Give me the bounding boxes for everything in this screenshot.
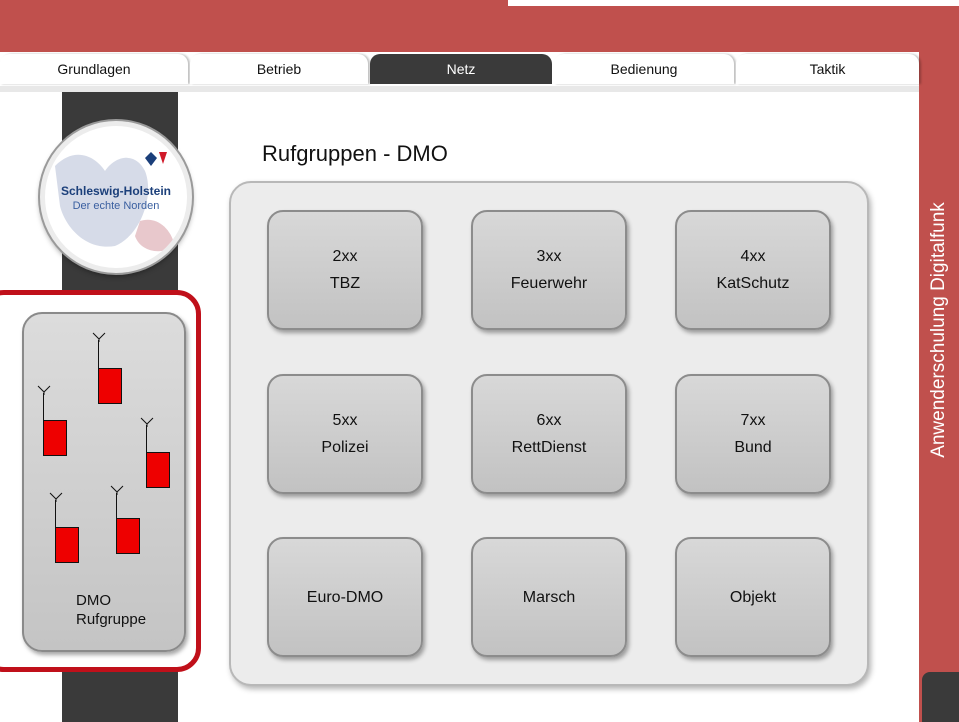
logo-text-slogan: Der echte Norden	[72, 200, 160, 212]
antenna-radio-icon	[92, 332, 124, 406]
antenna-mast	[146, 425, 147, 453]
side-banner-text: Anwenderschulung Digitalfunk	[928, 202, 950, 458]
group-code: 7xx	[740, 412, 766, 429]
antenna-tip-icon	[92, 332, 106, 342]
group-code: 2xx	[332, 248, 358, 265]
antenna-radio-icon	[110, 485, 142, 559]
dmo-rufgruppe-label: DMO Rufgruppe	[76, 591, 146, 629]
group-button-6xx[interactable]: 6xx RettDienst	[471, 374, 627, 494]
group-name: Marsch	[522, 588, 576, 606]
group-name: Feuerwehr	[510, 275, 588, 292]
antenna-tip-icon	[37, 385, 51, 395]
group-code: 3xx	[536, 248, 562, 265]
group-button-3xx[interactable]: 3xx Feuerwehr	[471, 210, 627, 330]
radio-body	[98, 368, 122, 404]
group-button-objekt[interactable]: Objekt	[675, 537, 831, 657]
antenna-radio-icon	[140, 417, 172, 491]
tab-bar: Grundlagen Betrieb Netz Bedienung Taktik	[0, 52, 919, 86]
group-button-4xx[interactable]: 4xx KatSchutz	[675, 210, 831, 330]
antenna-mast	[116, 493, 117, 519]
page-title: Rufgruppen - DMO	[262, 141, 448, 166]
tab-betrieb[interactable]: Betrieb	[190, 54, 368, 84]
antenna-radio-icon	[37, 385, 69, 459]
group-name: Bund	[734, 439, 772, 456]
antenna-tip-icon	[140, 417, 154, 427]
radio-body	[116, 518, 140, 554]
group-button-5xx[interactable]: 5xx Polizei	[267, 374, 423, 494]
right-corner-tab[interactable]	[922, 672, 959, 722]
group-name: TBZ	[329, 275, 361, 292]
state-logo: Schleswig-Holstein Der echte Norden	[40, 121, 192, 273]
group-button-2xx[interactable]: 2xx TBZ	[267, 210, 423, 330]
top-banner	[0, 0, 959, 52]
antenna-tip-icon	[49, 492, 63, 502]
group-button-7xx[interactable]: 7xx Bund	[675, 374, 831, 494]
group-code: 6xx	[536, 412, 562, 429]
tab-grundlagen[interactable]: Grundlagen	[0, 54, 188, 84]
group-name: Polizei	[321, 439, 369, 456]
group-name: RettDienst	[511, 439, 587, 456]
group-button-euro-dmo[interactable]: Euro-DMO	[267, 537, 423, 657]
tab-label: Betrieb	[256, 61, 302, 77]
radio-body	[146, 452, 170, 488]
tab-label: Grundlagen	[57, 61, 131, 77]
antenna-mast	[98, 340, 99, 370]
logo-text-state: Schleswig-Holstein	[60, 184, 172, 198]
top-banner-notch	[508, 0, 959, 6]
dmo-label-line1: DMO	[76, 592, 111, 609]
side-banner-text-container: Anwenderschulung Digitalfunk	[922, 120, 956, 540]
antenna-radio-icon	[49, 492, 81, 566]
group-name: KatSchutz	[716, 275, 790, 292]
antenna-tip-icon	[110, 485, 124, 495]
tab-label: Bedienung	[610, 61, 678, 77]
group-name: Euro-DMO	[306, 588, 384, 606]
group-code: 4xx	[740, 248, 766, 265]
tab-bedienung[interactable]: Bedienung	[554, 54, 734, 84]
radio-body	[43, 420, 67, 456]
tab-taktik[interactable]: Taktik	[736, 54, 919, 84]
group-code: 5xx	[332, 412, 358, 429]
radio-body	[55, 527, 79, 563]
tab-label: Netz	[446, 61, 476, 77]
group-name: Objekt	[729, 588, 777, 606]
antenna-mast	[43, 393, 44, 421]
antenna-mast	[55, 500, 56, 528]
dmo-label-line2: Rufgruppe	[76, 611, 147, 628]
tab-label: Taktik	[809, 61, 846, 77]
group-button-marsch[interactable]: Marsch	[471, 537, 627, 657]
tab-netz[interactable]: Netz	[370, 54, 552, 84]
